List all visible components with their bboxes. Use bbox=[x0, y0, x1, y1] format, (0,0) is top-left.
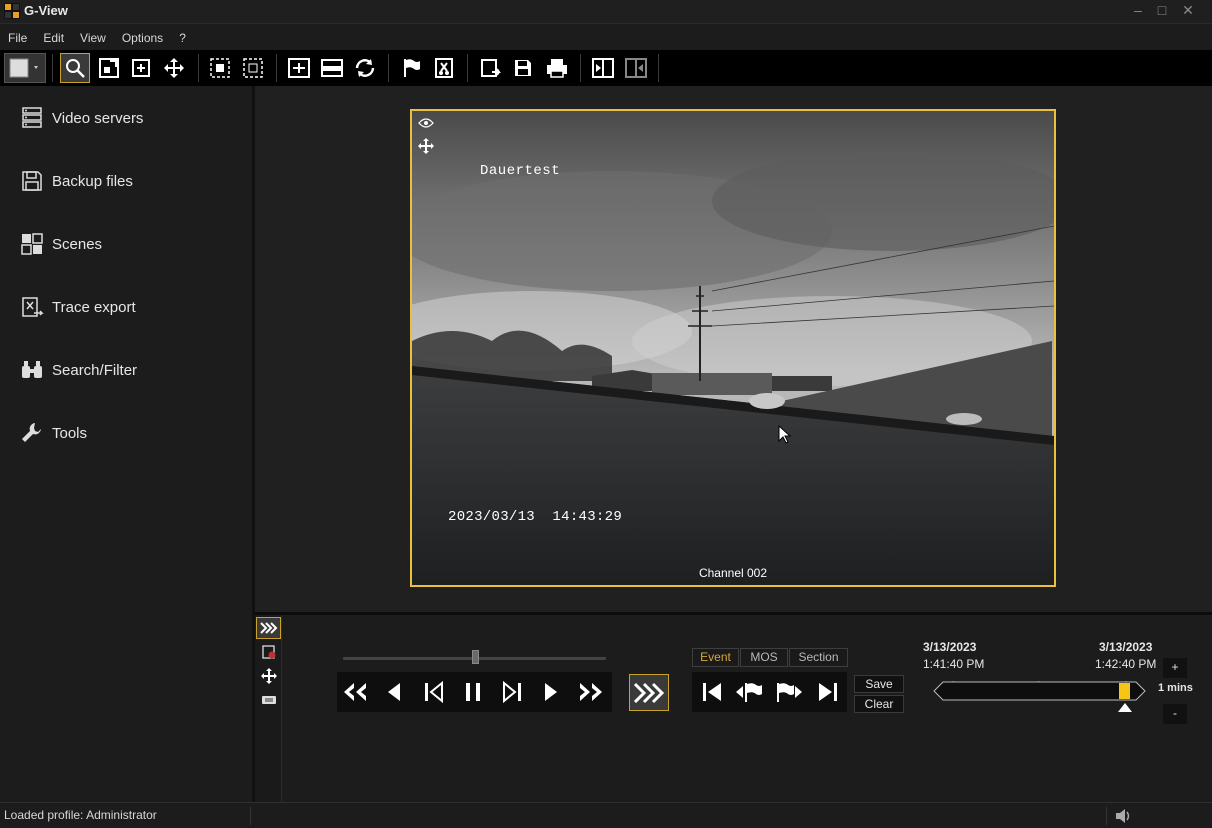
sidebar-item-trace-export[interactable]: Trace export bbox=[20, 292, 136, 322]
timeline-end-date: 3/13/2023 bbox=[1099, 640, 1153, 654]
fast-rewind-button[interactable] bbox=[339, 676, 371, 708]
mouse-cursor-icon bbox=[778, 425, 792, 444]
trace-export-icon bbox=[22, 297, 44, 317]
menu-edit[interactable]: Edit bbox=[35, 27, 72, 49]
bar-icon[interactable] bbox=[317, 53, 347, 83]
clear-button[interactable]: Clear bbox=[854, 695, 904, 713]
speaker-icon[interactable] bbox=[1114, 808, 1132, 824]
wrench-icon bbox=[22, 423, 41, 442]
move-icon[interactable] bbox=[159, 53, 189, 83]
sidebar-item-label: Tools bbox=[52, 424, 88, 442]
alarm-icon[interactable] bbox=[256, 641, 281, 663]
timeline-start-time: 1:41:40 PM bbox=[923, 657, 985, 671]
print-icon[interactable] bbox=[542, 53, 572, 83]
close-button[interactable]: ✕ bbox=[1176, 0, 1200, 20]
osd-timestamp: 2023/03/13 14:43:29 bbox=[448, 509, 623, 525]
sidebar-item-video-servers[interactable]: Video servers bbox=[20, 103, 143, 133]
status-bar: Loaded profile: Administrator bbox=[0, 802, 1212, 828]
keyboard-icon[interactable] bbox=[256, 689, 281, 711]
fullscreen-icon[interactable] bbox=[126, 53, 156, 83]
speed-slider-thumb[interactable] bbox=[472, 650, 479, 664]
eye-icon[interactable] bbox=[418, 117, 434, 129]
window-title: G-View bbox=[24, 3, 68, 18]
sidebar-item-label: Backup files bbox=[52, 172, 133, 190]
floppy-icon bbox=[22, 171, 42, 191]
menu-help[interactable]: ? bbox=[171, 27, 194, 49]
layout-picker-icon[interactable] bbox=[4, 53, 46, 83]
split-right-icon[interactable] bbox=[621, 53, 651, 83]
stretch-icon[interactable] bbox=[284, 53, 314, 83]
minimize-button[interactable]: – bbox=[1126, 0, 1150, 20]
sidebar-item-tools[interactable]: Tools bbox=[20, 418, 87, 448]
video-tile[interactable]: Dauertest 2023/03/13 14:43:29 Channel 00… bbox=[410, 109, 1056, 587]
timeline-end-time: 1:42:40 PM bbox=[1095, 657, 1157, 671]
save-button[interactable]: Save bbox=[854, 675, 904, 693]
timeline-scale-label: 1 mins bbox=[1158, 682, 1193, 694]
live-mode-button[interactable] bbox=[629, 674, 669, 711]
sidebar-item-label: Video servers bbox=[52, 109, 144, 127]
tab-event[interactable]: Event bbox=[692, 648, 739, 667]
toolbar bbox=[0, 50, 1212, 86]
save-icon[interactable] bbox=[508, 53, 538, 83]
menu-options[interactable]: Options bbox=[114, 27, 171, 49]
sidebar-item-label: Scenes bbox=[52, 235, 103, 253]
deselect-icon[interactable] bbox=[238, 53, 268, 83]
split-left-icon[interactable] bbox=[588, 53, 618, 83]
sidebar-item-search-filter[interactable]: Search/Filter bbox=[20, 355, 137, 385]
step-forward-button[interactable] bbox=[496, 676, 528, 708]
zoom-icon[interactable] bbox=[60, 53, 90, 83]
timeline-cursor-icon[interactable] bbox=[1118, 703, 1132, 712]
zoom-out-button[interactable]: - bbox=[1163, 704, 1187, 724]
status-text: Loaded profile: Administrator bbox=[4, 808, 157, 822]
refresh-icon[interactable] bbox=[350, 53, 380, 83]
maximize-button[interactable]: □ bbox=[1150, 0, 1174, 20]
move-icon[interactable] bbox=[418, 138, 434, 154]
play-button[interactable] bbox=[535, 676, 567, 708]
zoom-in-button[interactable]: + bbox=[1163, 658, 1187, 678]
flag-icon[interactable] bbox=[396, 53, 426, 83]
move-icon[interactable] bbox=[256, 665, 281, 687]
sidebar: Video servers Backup files Scenes Trace … bbox=[0, 86, 252, 802]
step-back-button[interactable] bbox=[418, 676, 450, 708]
timeline-bar[interactable] bbox=[933, 681, 1146, 701]
sidebar-item-backup-files[interactable]: Backup files bbox=[20, 166, 133, 196]
control-strip bbox=[255, 615, 282, 802]
timeline-position-marker bbox=[1119, 683, 1130, 699]
fit-icon[interactable] bbox=[94, 53, 124, 83]
cut-icon[interactable] bbox=[429, 53, 459, 83]
scenes-icon bbox=[21, 233, 43, 255]
play-reverse-button[interactable] bbox=[378, 676, 410, 708]
menu-file[interactable]: File bbox=[0, 27, 35, 49]
tab-section[interactable]: Section bbox=[789, 648, 848, 667]
previous-flag-button[interactable] bbox=[733, 676, 765, 708]
channel-label: Channel 002 bbox=[698, 566, 768, 580]
menu-bar: File Edit View Options ? bbox=[0, 26, 1212, 50]
title-bar: G-View – □ ✕ bbox=[0, 0, 1212, 24]
next-flag-button[interactable] bbox=[773, 676, 805, 708]
sidebar-item-label: Trace export bbox=[52, 298, 136, 316]
playback-mode-button[interactable] bbox=[256, 617, 281, 639]
sidebar-item-scenes[interactable]: Scenes bbox=[20, 229, 102, 259]
tab-mos[interactable]: MOS bbox=[740, 648, 788, 667]
binoculars-icon bbox=[22, 361, 42, 378]
fast-forward-button[interactable] bbox=[575, 676, 607, 708]
app-icon bbox=[4, 3, 20, 19]
timeline-start-date: 3/13/2023 bbox=[923, 640, 977, 654]
menu-view[interactable]: View bbox=[72, 27, 114, 49]
first-event-button[interactable] bbox=[696, 676, 728, 708]
export-icon[interactable] bbox=[476, 53, 506, 83]
select-icon[interactable] bbox=[205, 53, 235, 83]
last-event-button[interactable] bbox=[812, 676, 844, 708]
osd-title: Dauertest bbox=[480, 163, 561, 179]
server-icon bbox=[22, 107, 42, 128]
pause-button[interactable] bbox=[457, 676, 489, 708]
sidebar-item-label: Search/Filter bbox=[52, 361, 138, 379]
